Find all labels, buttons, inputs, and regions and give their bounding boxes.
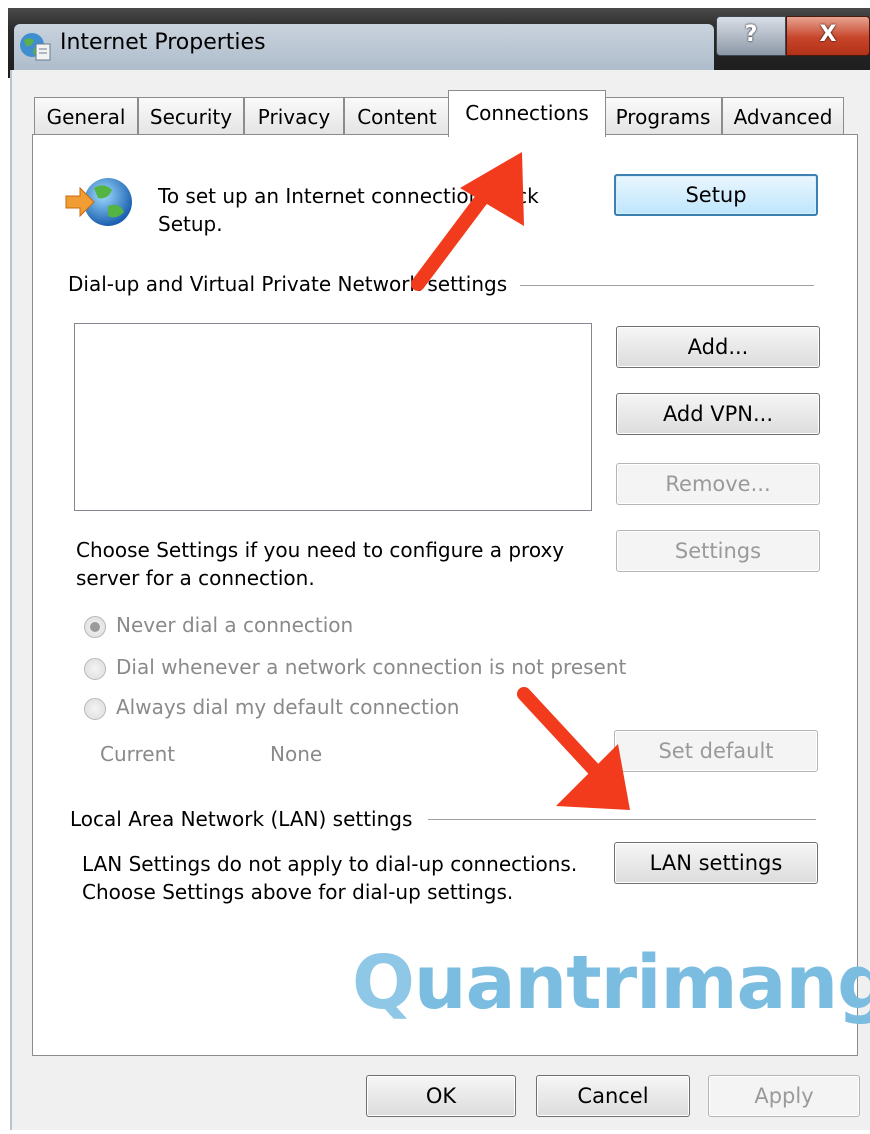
watermark-rest: uantrimang xyxy=(413,940,870,1026)
tab-general[interactable]: General xyxy=(34,97,138,136)
settings-button[interactable]: Settings xyxy=(616,530,820,572)
remove-button[interactable]: Remove... xyxy=(616,463,820,505)
add-vpn-button[interactable]: Add VPN... xyxy=(616,393,820,435)
internet-properties-icon xyxy=(18,30,52,62)
tab-advanced[interactable]: Advanced xyxy=(722,97,844,136)
lan-heading: Local Area Network (LAN) settings xyxy=(70,807,413,831)
current-value: None xyxy=(270,742,323,766)
close-button[interactable]: X xyxy=(786,16,870,56)
radio-dial-when-no-network-label[interactable]: Dial whenever a network connection is no… xyxy=(116,655,626,679)
ok-button[interactable]: OK xyxy=(366,1075,516,1117)
cancel-button[interactable]: Cancel xyxy=(536,1075,690,1117)
radio-always-dial[interactable] xyxy=(84,698,106,720)
add-button[interactable]: Add... xyxy=(616,326,820,368)
dialup-separator xyxy=(520,285,814,286)
connection-list[interactable] xyxy=(74,323,592,511)
radio-always-dial-label[interactable]: Always dial my default connection xyxy=(116,695,460,719)
lan-text-line1: LAN Settings do not apply to dial-up con… xyxy=(82,852,578,876)
radio-selected-dot xyxy=(90,622,100,632)
lan-settings-button[interactable]: LAN settings xyxy=(614,842,818,884)
lan-text-line2: Choose Settings above for dial-up settin… xyxy=(82,880,514,904)
globe-connection-icon xyxy=(64,174,136,232)
annotation-arrow-down-icon xyxy=(517,687,630,810)
tab-connections[interactable]: Connections xyxy=(448,90,606,137)
tab-programs[interactable]: Programs xyxy=(604,97,722,136)
setup-button[interactable]: Setup xyxy=(614,174,818,216)
quantrimang-watermark-logo: Quantrimang xyxy=(352,940,870,1026)
help-button[interactable]: ? xyxy=(716,16,786,56)
radio-never-dial[interactable] xyxy=(84,616,106,638)
tab-privacy[interactable]: Privacy xyxy=(244,97,344,136)
proxy-text-line1: Choose Settings if you need to configure… xyxy=(76,538,565,562)
radio-dial-when-no-network[interactable] xyxy=(84,658,106,680)
current-label: Current xyxy=(100,742,176,766)
radio-never-dial-label[interactable]: Never dial a connection xyxy=(116,613,353,637)
proxy-text-line2: server for a connection. xyxy=(76,566,315,590)
tab-content[interactable]: Content xyxy=(344,97,450,136)
tab-security[interactable]: Security xyxy=(138,97,244,136)
setup-text-line2: Setup. xyxy=(158,212,223,236)
apply-button[interactable]: Apply xyxy=(708,1075,860,1117)
watermark-initial: Q xyxy=(352,940,415,1026)
window-title: Internet Properties xyxy=(60,30,266,55)
annotation-arrow-up-icon xyxy=(411,152,524,291)
